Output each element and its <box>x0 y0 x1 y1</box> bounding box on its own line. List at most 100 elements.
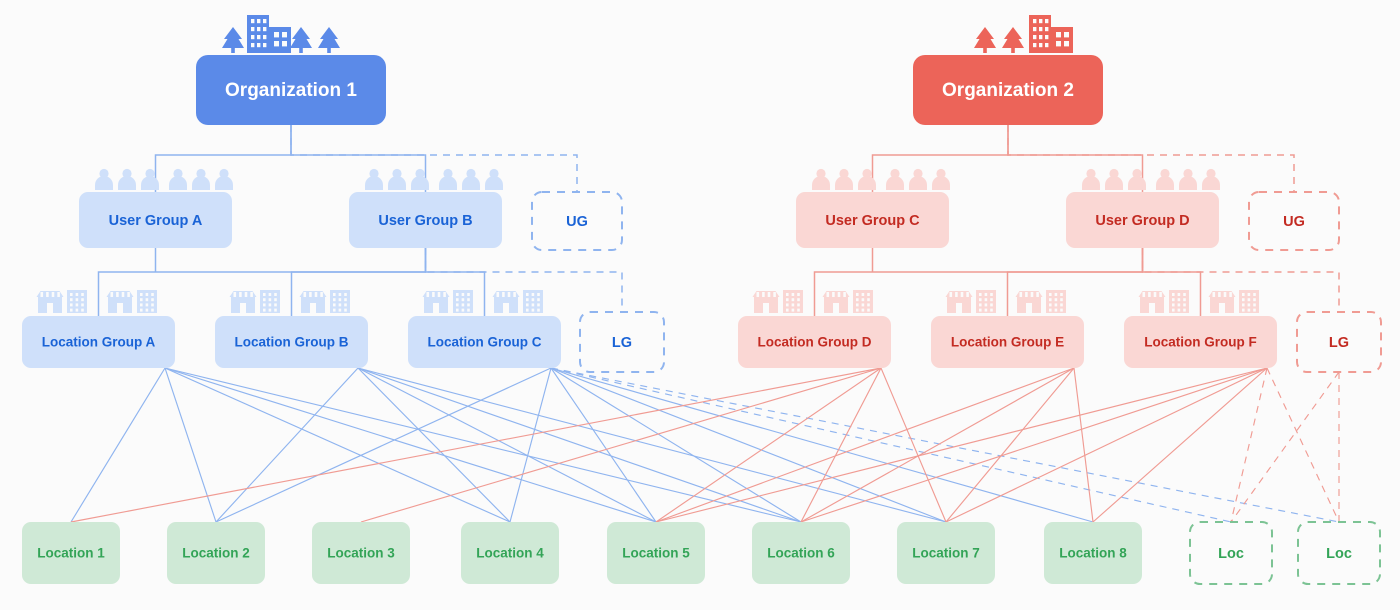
connector-line <box>1092 367 1268 523</box>
node-label: Location Group E <box>951 335 1064 350</box>
shops-buildings-icon <box>422 290 473 313</box>
connector-line <box>164 367 802 523</box>
location-mesh-edges <box>70 367 1340 523</box>
connector-line <box>1230 367 1268 523</box>
node-ug-b[interactable]: User Group B <box>349 192 502 248</box>
node-lg-d[interactable]: Location Group D <box>738 316 891 368</box>
people-group-icon <box>1156 168 1220 190</box>
node-label: Organization 2 <box>942 80 1074 101</box>
node-org1[interactable]: Organization 1 <box>196 55 386 125</box>
node-ug-c[interactable]: User Group C <box>796 192 949 248</box>
node-loc1[interactable]: Location 1 <box>22 522 120 584</box>
node-label: Location Group F <box>1144 335 1257 350</box>
node-label: Location 1 <box>37 546 105 561</box>
node-label: UG <box>566 214 588 230</box>
node-lg-c[interactable]: Location Group C <box>408 316 561 368</box>
node-label: User Group B <box>378 213 472 229</box>
node-label: LG <box>1329 335 1349 351</box>
connector-line <box>357 367 802 523</box>
people-group-icon <box>365 168 429 190</box>
connector-line <box>357 367 511 523</box>
connector-line <box>1007 125 1295 192</box>
shops-buildings-icon <box>106 290 157 313</box>
connector-line <box>509 367 552 523</box>
node-loc2[interactable]: Location 2 <box>167 522 265 584</box>
node-lg-f[interactable]: Location Group F <box>1124 316 1277 368</box>
shops-buildings-icon <box>1015 290 1066 313</box>
shops-buildings-icon <box>1208 290 1259 313</box>
shops-buildings-icon <box>1138 290 1189 313</box>
node-label: Organization 1 <box>225 80 357 101</box>
node-ug-ph-2[interactable]: UG <box>1248 191 1340 251</box>
node-label: Loc <box>1218 546 1244 562</box>
people-group-icon <box>886 168 950 190</box>
org-hierarchy-diagram: Organization 1 Organization 2 User Group A… <box>22 15 1382 585</box>
connector-line <box>70 367 882 523</box>
node-loc8[interactable]: Location 8 <box>1044 522 1142 584</box>
shops-buildings-icon <box>492 290 543 313</box>
node-label: Location 7 <box>912 546 980 561</box>
node-lg-e[interactable]: Location Group E <box>931 316 1084 368</box>
node-label: Location Group C <box>428 335 542 350</box>
city-skyline-icon <box>974 15 1073 53</box>
node-label: Location Group B <box>235 335 349 350</box>
connector-line <box>1266 367 1340 523</box>
shops-buildings-icon <box>229 290 280 313</box>
connector-line <box>290 125 578 192</box>
shops-buildings-icon <box>752 290 803 313</box>
node-ug-a[interactable]: User Group A <box>79 192 232 248</box>
node-label: Location 8 <box>1059 546 1127 561</box>
connector-line <box>655 367 882 523</box>
people-group-icon <box>169 168 233 190</box>
connector-line <box>215 367 552 523</box>
node-label: User Group A <box>109 213 203 229</box>
node-loc6[interactable]: Location 6 <box>752 522 850 584</box>
node-lg-ph-1[interactable]: LG <box>579 311 665 373</box>
shops-buildings-icon <box>299 290 350 313</box>
node-loc7[interactable]: Location 7 <box>897 522 995 584</box>
node-lg-b[interactable]: Location Group B <box>215 316 368 368</box>
shops-buildings-icon <box>36 290 87 313</box>
node-label: Location 2 <box>182 546 250 561</box>
people-group-icon <box>439 168 503 190</box>
node-loc-ph-2[interactable]: Loc <box>1297 521 1381 585</box>
connector-line <box>1073 367 1094 523</box>
connector-line <box>550 367 1340 523</box>
connector-line <box>550 367 657 523</box>
node-label: Location 5 <box>622 546 690 561</box>
connector-line <box>1230 371 1340 523</box>
connector-line <box>550 367 802 523</box>
node-label: Location 3 <box>327 546 395 561</box>
connector-line <box>164 367 657 523</box>
node-ug-ph-1[interactable]: UG <box>531 191 623 251</box>
node-org2[interactable]: Organization 2 <box>913 55 1103 125</box>
node-label: Location Group D <box>758 335 872 350</box>
people-group-icon <box>95 168 159 190</box>
node-label: Location Group A <box>42 335 156 350</box>
node-loc3[interactable]: Location 3 <box>312 522 410 584</box>
people-group-icon <box>1082 168 1146 190</box>
node-label: User Group C <box>825 213 920 229</box>
node-lg-a[interactable]: Location Group A <box>22 316 175 368</box>
node-label: Location 4 <box>476 546 544 561</box>
connector-line <box>360 367 882 523</box>
node-lg-ph-2[interactable]: LG <box>1296 311 1382 373</box>
shops-buildings-icon <box>945 290 996 313</box>
node-loc4[interactable]: Location 4 <box>461 522 559 584</box>
connector-line <box>357 367 947 523</box>
diagram-canvas: Organization 1 Organization 2 User Group A… <box>0 0 1400 610</box>
connector-line <box>70 367 166 523</box>
node-loc5[interactable]: Location 5 <box>607 522 705 584</box>
node-label: Loc <box>1326 546 1352 562</box>
connector-line <box>880 367 947 523</box>
shops-buildings-icon <box>822 290 873 313</box>
node-label: LG <box>612 335 632 351</box>
people-group-icon <box>812 168 876 190</box>
city-skyline-icon <box>222 15 340 53</box>
connector-line <box>164 367 511 523</box>
node-label: UG <box>1283 214 1305 230</box>
node-label: User Group D <box>1095 213 1189 229</box>
node-ug-d[interactable]: User Group D <box>1066 192 1219 248</box>
node-label: Location 6 <box>767 546 835 561</box>
node-loc-ph-1[interactable]: Loc <box>1189 521 1273 585</box>
